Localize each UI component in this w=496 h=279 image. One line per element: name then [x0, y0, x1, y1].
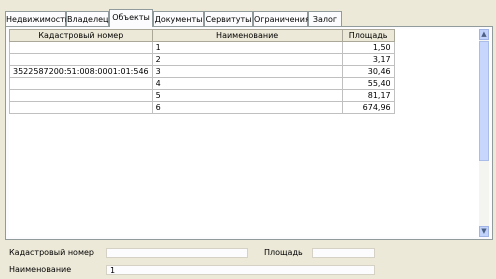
tab-documents[interactable]: Документы: [153, 11, 204, 26]
scrollbar-thumb[interactable]: [479, 41, 489, 161]
table-row[interactable]: 6 674,96: [9, 101, 395, 114]
vertical-scrollbar[interactable]: ▲ ▼: [479, 29, 489, 237]
table-row[interactable]: 1 1,50: [9, 41, 395, 54]
table-row[interactable]: 5 81,17: [9, 89, 395, 102]
cell-area[interactable]: 81,17: [341, 89, 395, 102]
tab-owner[interactable]: Владелец: [66, 11, 109, 26]
table-row[interactable]: 3522587200:51:008:0001:01:546 3 30,46: [9, 65, 395, 78]
tab-strip: Недвижимость Владелец Объекты Документы …: [5, 9, 493, 27]
cell-name[interactable]: 6: [151, 101, 343, 114]
tab-objects[interactable]: Объекты: [109, 9, 153, 27]
cell-cadastral-number[interactable]: [9, 41, 153, 54]
column-header-area[interactable]: Площадь: [341, 29, 395, 42]
cell-name[interactable]: 5: [151, 89, 343, 102]
tab-servitudes[interactable]: Сервитуты: [204, 11, 253, 26]
area-label: Площадь: [264, 248, 303, 257]
cadastral-number-label: Кадастровый номер: [9, 248, 94, 257]
column-header-cadastral-number[interactable]: Кадастровый номер: [9, 29, 153, 42]
cell-area[interactable]: 30,46: [341, 65, 395, 78]
objects-table[interactable]: Кадастровый номер Наименование Площадь 1…: [9, 29, 482, 237]
cell-name[interactable]: 1: [151, 41, 343, 54]
table-row[interactable]: 4 55,40: [9, 77, 395, 90]
table-header-row: Кадастровый номер Наименование Площадь: [9, 29, 395, 42]
cell-cadastral-number[interactable]: 3522587200:51:008:0001:01:546: [9, 65, 153, 78]
cell-area[interactable]: 3,17: [341, 53, 395, 66]
cell-cadastral-number[interactable]: [9, 101, 153, 114]
tab-restrictions[interactable]: Ограничения: [253, 11, 310, 26]
cell-area[interactable]: 55,40: [341, 77, 395, 90]
cell-cadastral-number[interactable]: [9, 77, 153, 90]
cell-cadastral-number[interactable]: [9, 53, 153, 66]
name-label: Наименование: [9, 265, 72, 274]
cell-area[interactable]: 674,96: [341, 101, 395, 114]
tab-panel-objects: Кадастровый номер Наименование Площадь 1…: [5, 26, 493, 240]
column-header-name[interactable]: Наименование: [151, 29, 343, 42]
name-field[interactable]: 1: [106, 265, 375, 275]
cell-area[interactable]: 1,50: [341, 41, 395, 54]
scroll-down-icon[interactable]: ▼: [479, 226, 489, 237]
cadastral-number-field[interactable]: [106, 248, 248, 258]
area-field[interactable]: [312, 248, 375, 258]
cell-name[interactable]: 2: [151, 53, 343, 66]
cell-name[interactable]: 3: [151, 65, 343, 78]
tab-pledge[interactable]: Залог: [308, 11, 342, 26]
table-row[interactable]: 2 3,17: [9, 53, 395, 66]
cell-cadastral-number[interactable]: [9, 89, 153, 102]
cell-name[interactable]: 4: [151, 77, 343, 90]
tab-property[interactable]: Недвижимость: [5, 11, 70, 26]
scroll-up-icon[interactable]: ▲: [479, 29, 489, 40]
